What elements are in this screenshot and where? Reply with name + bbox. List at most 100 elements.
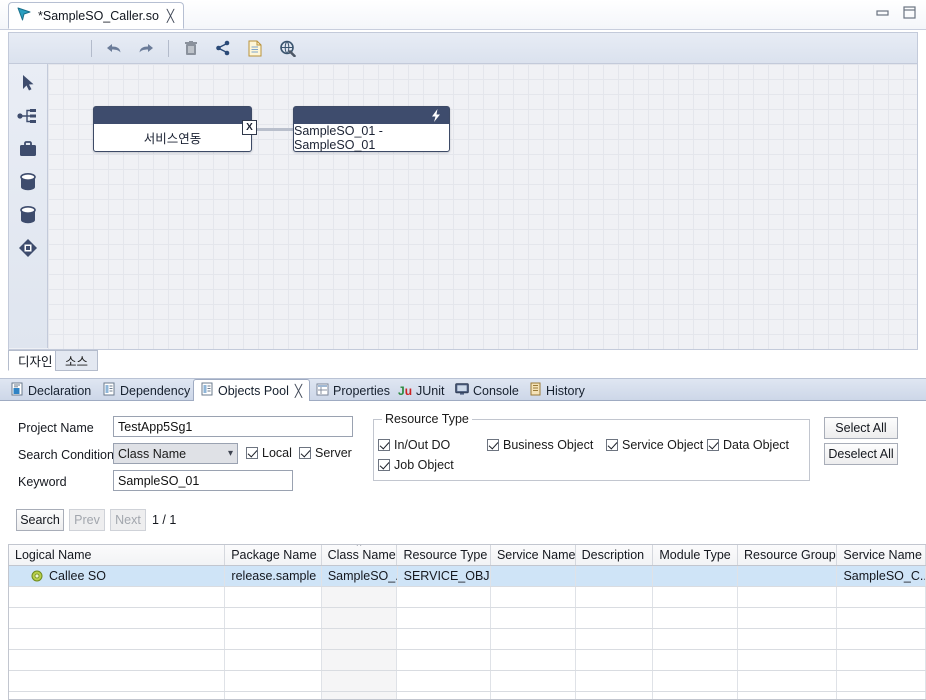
document-icon[interactable] xyxy=(245,38,265,58)
checkbox-job-object[interactable]: Job Object xyxy=(378,458,454,472)
search-button[interactable]: Search xyxy=(16,509,64,531)
search-condition-select[interactable]: Class Name ▾ xyxy=(113,443,238,464)
node-header xyxy=(294,107,449,124)
checkbox-service-object[interactable]: Service Object xyxy=(606,438,703,452)
column-header-service-name-2[interactable]: Service Name xyxy=(837,545,926,565)
editor-tab-sampleso-caller[interactable]: *SampleSO_Caller.so ╳ xyxy=(8,2,185,29)
cell-empty xyxy=(397,650,491,670)
tab-objects-pool[interactable]: Objects Pool ╳ xyxy=(193,379,311,402)
diagram-node-sampleso[interactable]: SampleSO_01 - SampleSO_01 xyxy=(293,106,450,152)
cell-empty xyxy=(653,692,739,699)
checkbox-in-out-do[interactable]: In/Out DO xyxy=(378,438,450,452)
column-header-resource-group[interactable]: Resource Group xyxy=(738,545,838,565)
cell-resource-group xyxy=(738,566,838,586)
minimize-button[interactable] xyxy=(876,7,889,21)
table-row[interactable] xyxy=(9,671,926,692)
deselect-all-button[interactable]: Deselect All xyxy=(824,443,898,465)
toolbar-separator-2 xyxy=(168,39,169,57)
cell-empty xyxy=(225,629,322,649)
results-table: Logical Name Package Name ⌃ Class Name R… xyxy=(8,544,926,700)
cell-empty xyxy=(9,587,226,607)
maximize-button[interactable] xyxy=(903,6,916,22)
column-header-resource-type[interactable]: Resource Type xyxy=(397,545,491,565)
keyword-input[interactable] xyxy=(113,470,293,491)
close-icon[interactable]: ╳ xyxy=(165,10,174,22)
cell-empty xyxy=(738,587,838,607)
sort-ascending-icon: ⌃ xyxy=(354,545,364,554)
cell-empty xyxy=(397,692,491,699)
checkbox-business-object[interactable]: Business Object xyxy=(487,438,593,452)
checkbox-box xyxy=(378,459,390,471)
local-checkbox[interactable]: Local xyxy=(246,446,292,460)
cell-empty xyxy=(225,671,322,691)
green-object-icon xyxy=(31,570,43,582)
project-name-input[interactable] xyxy=(113,416,353,437)
cell-empty xyxy=(738,671,838,691)
diagram-node-service-link[interactable]: 서비스연동 X xyxy=(93,106,257,152)
undo-button[interactable] xyxy=(104,38,124,58)
cell-logical-name: Callee SO xyxy=(9,566,226,586)
service-object-tool[interactable] xyxy=(13,237,43,259)
data-object-tool[interactable] xyxy=(13,171,43,193)
server-checkbox[interactable]: Server xyxy=(299,446,352,460)
cell-empty xyxy=(653,671,739,691)
node-connector-line[interactable] xyxy=(255,128,295,131)
table-row[interactable] xyxy=(9,629,926,650)
tab-console[interactable]: Console xyxy=(448,379,526,402)
diagram-canvas[interactable]: 서비스연동 X SampleSO_01 - SampleSO_01 xyxy=(48,64,917,349)
cell-empty xyxy=(576,587,654,607)
checkbox-label: In/Out DO xyxy=(394,438,451,452)
table-row[interactable] xyxy=(9,650,926,671)
node-collapse-badge[interactable]: X xyxy=(242,120,257,135)
cell-text: Callee SO xyxy=(49,569,106,583)
table-row[interactable] xyxy=(9,608,926,629)
share-icon[interactable] xyxy=(213,38,233,58)
tab-label: JUnit xyxy=(416,383,445,398)
column-header-module-type[interactable]: Module Type xyxy=(653,545,739,565)
cell-empty xyxy=(397,671,491,691)
search-condition-label: Search Condition xyxy=(18,448,114,462)
resource-type-title: Resource Type xyxy=(382,412,472,426)
column-header-class-name[interactable]: ⌃ Class Name xyxy=(322,545,398,565)
tab-source[interactable]: 소스 xyxy=(55,350,99,371)
column-header-description[interactable]: Description xyxy=(576,545,654,565)
cell-empty xyxy=(738,629,838,649)
cell-empty xyxy=(738,650,838,670)
job-object-tool[interactable] xyxy=(13,204,43,226)
close-icon[interactable]: ╳ xyxy=(293,385,302,397)
cell-description xyxy=(576,566,654,586)
redo-button[interactable] xyxy=(136,38,156,58)
dependency-icon xyxy=(103,382,116,399)
table-row[interactable] xyxy=(9,692,926,699)
tab-label: Declaration xyxy=(28,383,92,398)
checkbox-data-object[interactable]: Data Object xyxy=(707,438,789,452)
cell-empty xyxy=(9,671,226,691)
tab-properties[interactable]: Properties xyxy=(309,379,397,402)
next-button: Next xyxy=(110,509,146,531)
column-header-service-name[interactable]: Service Name xyxy=(491,545,576,565)
business-object-tool[interactable] xyxy=(13,138,43,160)
connection-tool[interactable] xyxy=(13,105,43,127)
table-row[interactable]: Callee SO release.sample SampleSO_... SE… xyxy=(9,566,926,587)
branch-connector-icon xyxy=(17,109,36,123)
node-label: 서비스연동 xyxy=(143,132,202,146)
select-tool[interactable] xyxy=(13,72,43,94)
tab-label: Properties xyxy=(333,383,390,398)
prev-button: Prev xyxy=(69,509,105,531)
tab-declaration[interactable]: Declaration xyxy=(4,379,98,402)
column-header-package-name[interactable]: Package Name xyxy=(225,545,322,565)
table-row[interactable] xyxy=(9,587,926,608)
cell-empty xyxy=(491,650,576,670)
tab-junit[interactable]: Ju JUnit xyxy=(391,379,452,402)
cell-empty xyxy=(837,629,926,649)
cell-class-name: SampleSO_... xyxy=(321,566,398,586)
delete-button[interactable] xyxy=(181,38,201,58)
search-globe-icon[interactable] xyxy=(277,38,297,58)
cell-empty xyxy=(837,671,926,691)
select-all-button[interactable]: Select All xyxy=(824,417,898,439)
cell-empty xyxy=(321,692,398,699)
tab-dependency[interactable]: Dependency xyxy=(96,379,197,402)
cell-empty xyxy=(837,608,926,628)
tab-history[interactable]: History xyxy=(523,379,592,402)
column-header-logical-name[interactable]: Logical Name xyxy=(9,545,226,565)
